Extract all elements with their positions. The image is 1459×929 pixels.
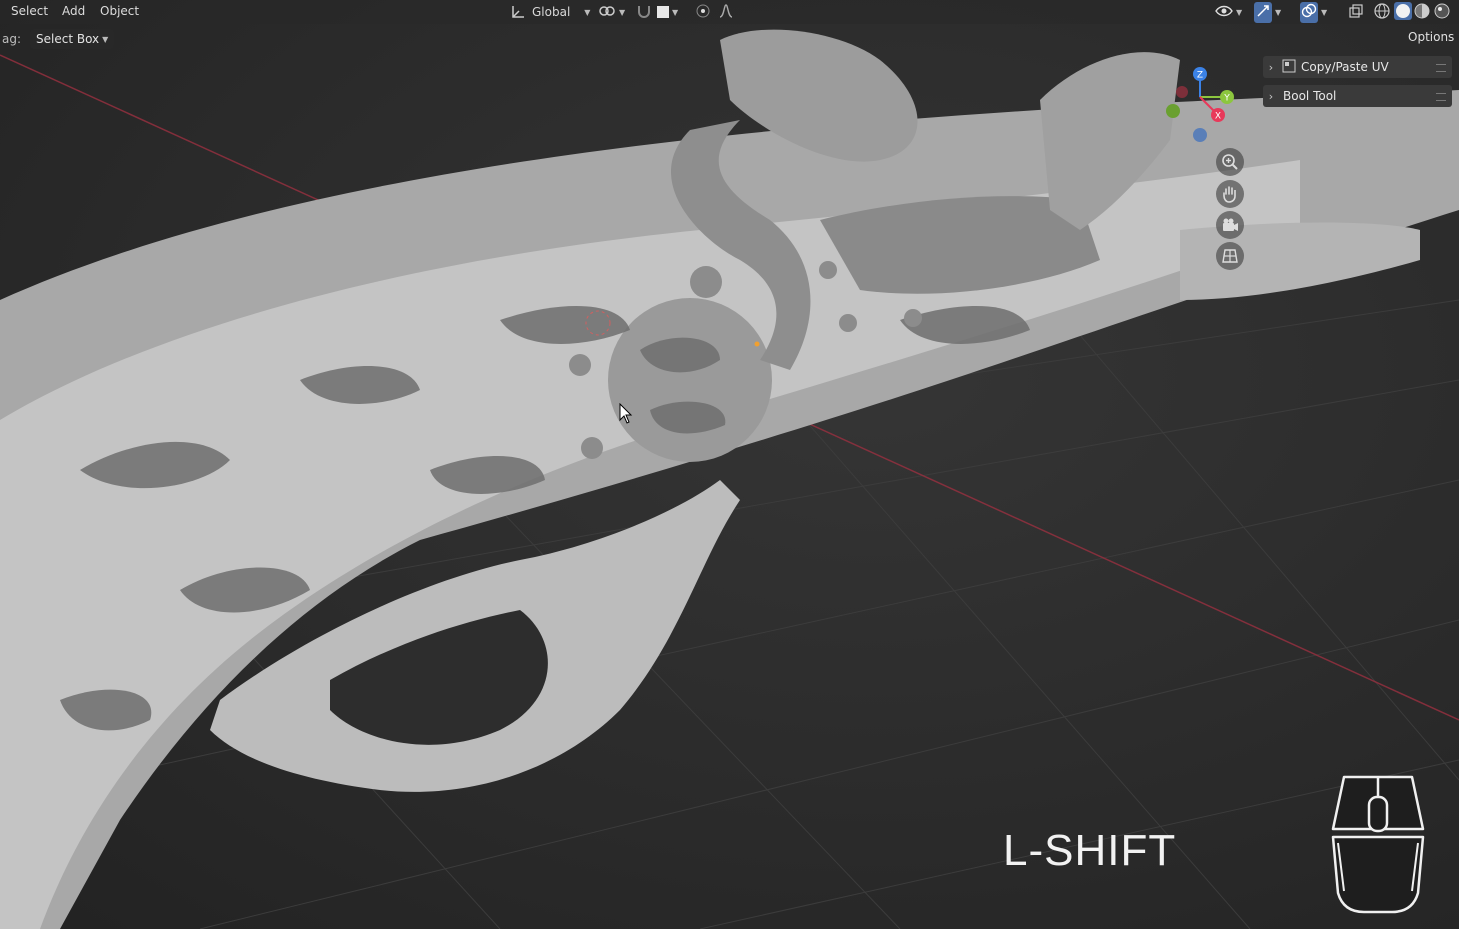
mouse-icon: [1331, 775, 1425, 914]
drag-grip-icon[interactable]: [1436, 93, 1446, 101]
camera-icon[interactable]: [1216, 211, 1244, 239]
3d-viewport[interactable]: [0, 0, 1459, 929]
magnet-icon: [636, 3, 652, 22]
pan-hand-icon[interactable]: [1216, 180, 1244, 208]
shading-material[interactable]: [1414, 3, 1430, 21]
wireframe-sphere-icon: [1374, 2, 1390, 22]
visibility-dropdown[interactable]: ▼: [1215, 3, 1242, 21]
drag-label: ag:: [2, 32, 22, 46]
transform-orientation-icon: [510, 4, 526, 20]
options-button[interactable]: Options: [1408, 30, 1454, 44]
menu-object[interactable]: Object: [100, 4, 139, 18]
gizmo-neg-x-handle[interactable]: [1176, 86, 1188, 98]
solid-sphere-icon: [1394, 1, 1412, 23]
rendered-sphere-icon: [1434, 3, 1450, 22]
gizmo-neg-y-handle[interactable]: [1166, 104, 1180, 118]
chevron-down-icon: ▼: [1321, 7, 1328, 17]
proportional-edit-icon: [696, 4, 710, 21]
eye-icon: [1215, 4, 1233, 21]
pivot-link-icon: [598, 3, 616, 22]
menu-select[interactable]: Select: [11, 4, 48, 18]
chevron-down-icon: ▼: [102, 34, 109, 44]
drag-mode-label: Select Box: [36, 32, 100, 46]
panel-bool-tool[interactable]: › Bool Tool: [1263, 85, 1452, 107]
chevron-right-icon: ›: [1268, 60, 1274, 74]
transform-orientation-label: Global: [532, 5, 571, 19]
proportional-edit-toggle[interactable]: [696, 3, 710, 21]
drag-grip-icon[interactable]: [1436, 64, 1446, 72]
zoom-icon[interactable]: [1216, 148, 1244, 176]
gizmo-arrows-icon: [1254, 1, 1272, 23]
panel-label: Bool Tool: [1283, 89, 1337, 103]
overlays-icon: [1300, 1, 1318, 23]
gizmo-toggle[interactable]: ▼: [1254, 1, 1282, 23]
navigation-gizmo[interactable]: Z Y X: [1160, 60, 1240, 150]
xray-icon: [1348, 3, 1364, 22]
viewport-header: Select Add Object Global ▼ ▼ ▼ ▼ ▼ ▼: [0, 0, 1459, 24]
gizmo-neg-z-handle[interactable]: [1193, 128, 1207, 142]
shading-wireframe[interactable]: [1374, 2, 1390, 22]
menu-add[interactable]: Add: [62, 4, 85, 18]
chevron-down-icon: ▼: [1275, 7, 1282, 17]
xray-toggle[interactable]: [1348, 3, 1364, 21]
falloff-dropdown[interactable]: [718, 3, 734, 21]
panel-label: Copy/Paste UV: [1301, 60, 1389, 74]
material-sphere-icon: [1414, 3, 1430, 22]
mouse-cursor: [619, 402, 633, 429]
chevron-down-icon: ▼: [584, 7, 591, 17]
snap-target-dropdown[interactable]: ▼: [657, 3, 678, 21]
panel-copy-paste-uv[interactable]: › Copy/Paste UV: [1263, 56, 1452, 78]
overlays-toggle[interactable]: ▼: [1300, 1, 1328, 23]
snap-square-icon: [657, 6, 669, 18]
drag-mode-dropdown[interactable]: Select Box ▼: [30, 29, 115, 49]
shading-solid[interactable]: [1394, 1, 1412, 23]
chevron-down-icon: ▼: [1236, 7, 1243, 17]
copy-paste-uv-icon: [1282, 59, 1296, 76]
viewport-scene: [0, 29, 1459, 929]
shading-rendered[interactable]: [1434, 3, 1450, 21]
transform-orientation-dropdown[interactable]: Global ▼: [510, 3, 590, 21]
gizmo-y-label: Y: [1223, 94, 1230, 104]
gizmo-x-label: X: [1215, 112, 1221, 122]
chevron-down-icon: ▼: [672, 7, 679, 17]
key-press-overlay: L-SHIFT: [1003, 826, 1177, 875]
chevron-down-icon: ▼: [619, 7, 626, 17]
chevron-right-icon: ›: [1268, 89, 1274, 103]
gizmo-z-label: Z: [1197, 71, 1203, 81]
falloff-curve-icon: [718, 3, 734, 22]
snap-toggle[interactable]: [636, 3, 652, 21]
ortho-grid-icon[interactable]: [1216, 242, 1244, 270]
pivot-point-dropdown[interactable]: ▼: [598, 3, 625, 21]
